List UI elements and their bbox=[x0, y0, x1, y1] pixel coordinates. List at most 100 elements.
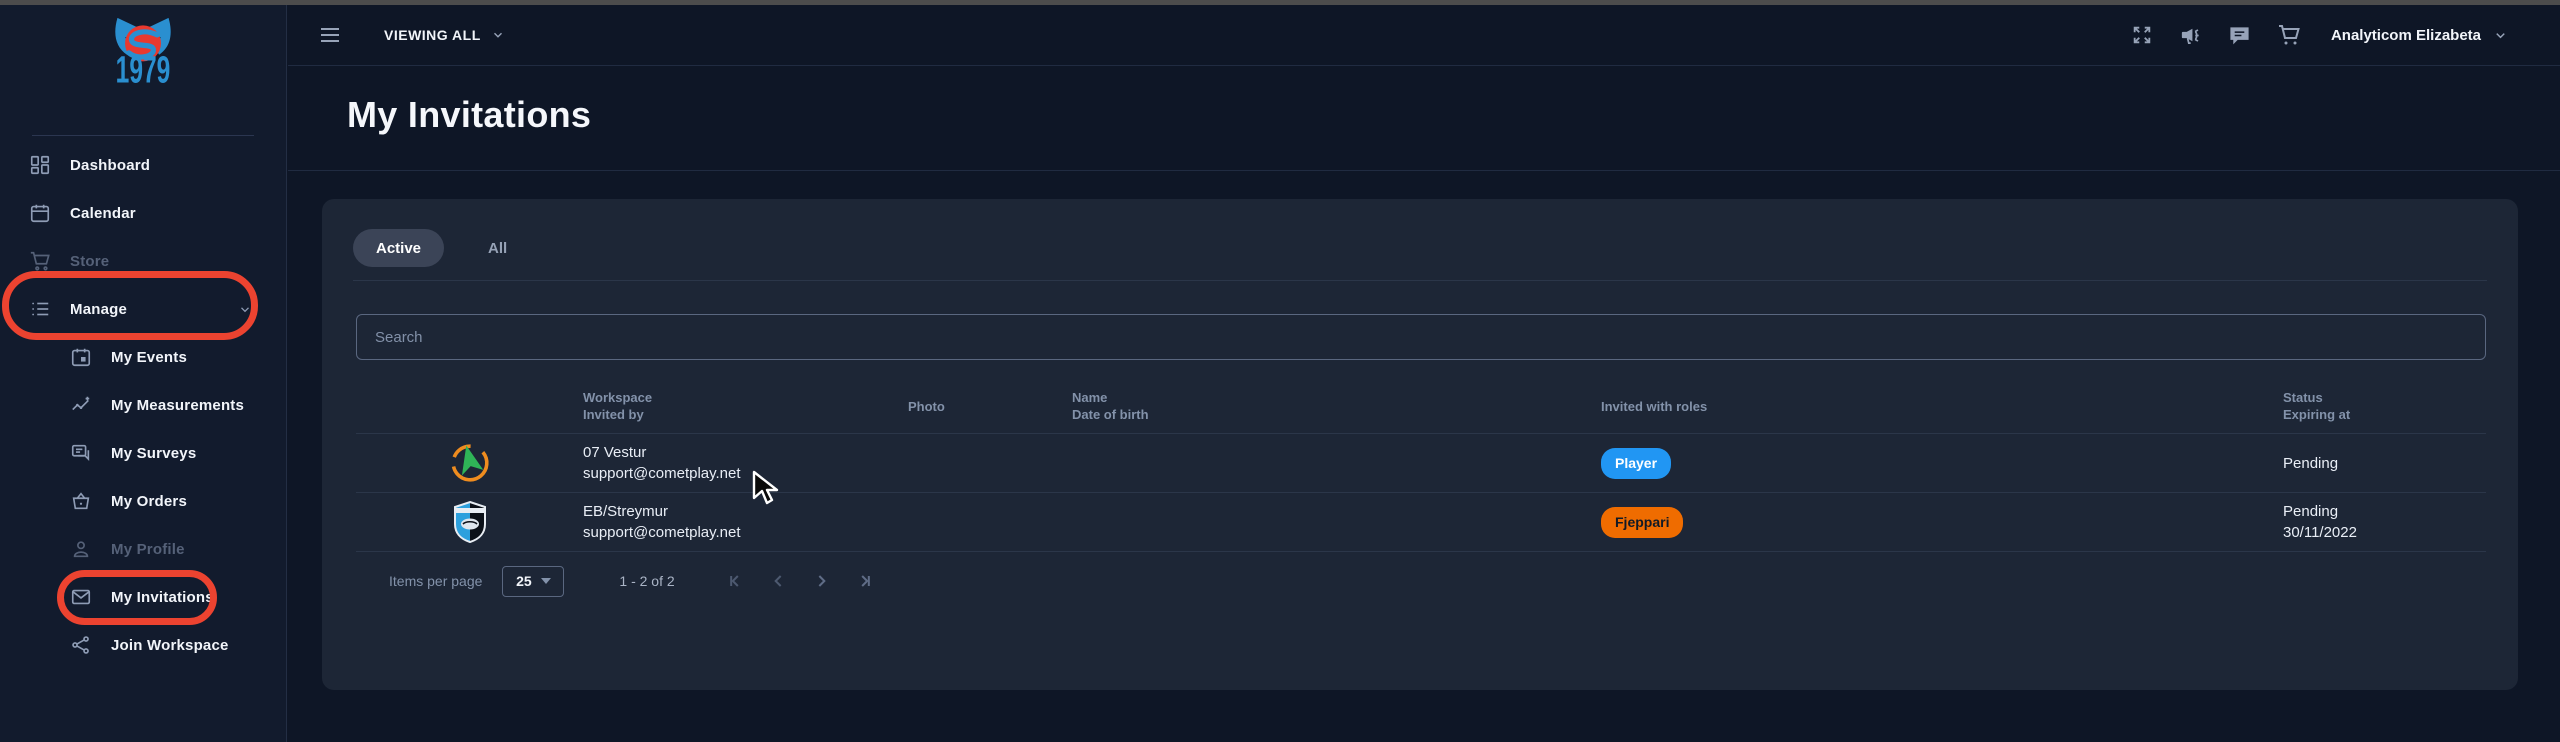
chevron-down-icon bbox=[2493, 28, 2508, 43]
table-row[interactable]: 07 Vestur support@cometplay.net Player P… bbox=[356, 433, 2486, 492]
basket-icon bbox=[70, 490, 92, 512]
cart-icon bbox=[29, 250, 51, 272]
sidebar-item-label: Manage bbox=[70, 301, 127, 318]
sidebar-item-my-events[interactable]: My Events bbox=[0, 333, 286, 381]
user-name: Analyticom Elizabeta bbox=[2331, 27, 2481, 44]
calendar-icon bbox=[29, 202, 51, 224]
topbar: VIEWING ALL bbox=[288, 5, 2560, 66]
prev-page-icon bbox=[769, 571, 789, 591]
messages-button[interactable] bbox=[2228, 24, 2251, 47]
status-cell: Pending bbox=[2283, 453, 2486, 474]
sidebar-divider bbox=[32, 135, 254, 136]
sidebar-item-label: My Measurements bbox=[111, 397, 244, 414]
user-menu[interactable]: Analyticom Elizabeta bbox=[2331, 27, 2508, 44]
sidebar-item-join-workspace[interactable]: Join Workspace bbox=[0, 621, 286, 669]
megaphone-icon bbox=[2179, 24, 2202, 47]
expiring-text: 30/11/2022 bbox=[2283, 522, 2486, 543]
sidebar-item-my-surveys[interactable]: My Surveys bbox=[0, 429, 286, 477]
share-icon bbox=[70, 634, 92, 656]
viewing-scope-dropdown[interactable]: VIEWING ALL bbox=[384, 27, 505, 43]
workspace-logo bbox=[356, 500, 583, 544]
table-row[interactable]: EB/Streymur support@cometplay.net Fjeppa… bbox=[356, 492, 2486, 551]
next-page-button[interactable] bbox=[811, 571, 831, 591]
invited-by-email: support@cometplay.net bbox=[583, 522, 908, 543]
header-roles: Invited with roles bbox=[1601, 398, 2283, 415]
page-size-select[interactable]: 25 bbox=[502, 566, 564, 597]
workspace-logo bbox=[356, 442, 583, 484]
workspace-cell: 07 Vestur support@cometplay.net bbox=[583, 442, 908, 484]
club-logo-eb-streymur bbox=[452, 500, 488, 544]
sidebar-item-label: My Surveys bbox=[111, 445, 196, 462]
workspace-name: EB/Streymur bbox=[583, 501, 908, 522]
paginator: Items per page 25 1 - 2 of 2 bbox=[356, 551, 2486, 611]
page-size-value: 25 bbox=[516, 573, 532, 589]
sidebar-item-label: Dashboard bbox=[70, 157, 150, 174]
first-page-button[interactable] bbox=[727, 571, 747, 591]
table-header-row: Workspace Invited by Photo Name Date of … bbox=[356, 385, 2486, 433]
sidebar-nav: Dashboard Calendar Store Manage bbox=[0, 141, 286, 669]
tab-all[interactable]: All bbox=[488, 240, 507, 257]
tabs-divider bbox=[353, 280, 2487, 281]
page-range-label: 1 - 2 of 2 bbox=[619, 573, 674, 589]
prev-page-button[interactable] bbox=[769, 571, 789, 591]
sidebar-item-calendar[interactable]: Calendar bbox=[0, 189, 286, 237]
chat-icon bbox=[2228, 24, 2251, 47]
header-photo: Photo bbox=[908, 398, 1072, 415]
invited-by-email: support@cometplay.net bbox=[583, 463, 908, 484]
sidebar-item-label: Calendar bbox=[70, 205, 136, 222]
workspace-name: 07 Vestur bbox=[583, 442, 908, 463]
workspace-cell: EB/Streymur support@cometplay.net bbox=[583, 501, 908, 543]
sidebar-item-my-orders[interactable]: My Orders bbox=[0, 477, 286, 525]
sidebar-item-label: My Orders bbox=[111, 493, 187, 510]
roles-cell: Player bbox=[1601, 448, 2283, 479]
role-badge: Fjeppari bbox=[1601, 507, 1683, 538]
sidebar-item-my-measurements[interactable]: My Measurements bbox=[0, 381, 286, 429]
fsf-crest-logo: 1979 bbox=[91, 15, 195, 119]
status-text: Pending bbox=[2283, 501, 2486, 522]
measurements-icon bbox=[70, 394, 92, 416]
sidebar-item-label: Store bbox=[70, 253, 109, 270]
sidebar-item-manage[interactable]: Manage bbox=[0, 285, 286, 333]
fullscreen-button[interactable] bbox=[2131, 24, 2153, 46]
logo-year-text: 1979 bbox=[116, 48, 171, 91]
page-title: My Invitations bbox=[347, 94, 2560, 136]
announcements-button[interactable] bbox=[2179, 24, 2202, 47]
page-header: My Invitations bbox=[288, 66, 2560, 171]
sidebar-item-label: My Profile bbox=[111, 541, 185, 558]
chevron-down-icon bbox=[238, 302, 252, 316]
hamburger-menu-icon[interactable] bbox=[318, 23, 342, 47]
invitations-card: Active All Workspace Invited by Photo Na… bbox=[322, 199, 2518, 690]
event-icon bbox=[70, 346, 92, 368]
surveys-icon bbox=[70, 442, 92, 464]
first-page-icon bbox=[727, 571, 747, 591]
cart-button[interactable] bbox=[2277, 23, 2301, 47]
sidebar-item-label: Join Workspace bbox=[111, 637, 229, 654]
sidebar: 1979 Dashboard Calendar Store bbox=[0, 5, 287, 742]
status-text: Pending bbox=[2283, 453, 2486, 474]
items-per-page-label: Items per page bbox=[389, 573, 482, 589]
invitations-table: Workspace Invited by Photo Name Date of … bbox=[356, 385, 2486, 552]
roles-cell: Fjeppari bbox=[1601, 507, 2283, 538]
sidebar-item-label: My Invitations bbox=[111, 589, 214, 606]
header-name: Name Date of birth bbox=[1072, 389, 1601, 423]
header-workspace: Workspace Invited by bbox=[583, 389, 908, 423]
role-badge: Player bbox=[1601, 448, 1671, 479]
header-status: Status Expiring at bbox=[2283, 389, 2486, 423]
sidebar-item-my-profile: My Profile bbox=[0, 525, 286, 573]
sidebar-item-store: Store bbox=[0, 237, 286, 285]
sidebar-item-label: My Events bbox=[111, 349, 187, 366]
chevron-down-icon bbox=[541, 578, 551, 584]
search-input[interactable] bbox=[356, 314, 2486, 360]
status-cell: Pending 30/11/2022 bbox=[2283, 501, 2486, 543]
last-page-button[interactable] bbox=[853, 571, 873, 591]
pager-nav bbox=[727, 571, 873, 591]
chevron-down-icon bbox=[491, 28, 505, 42]
sidebar-item-dashboard[interactable]: Dashboard bbox=[0, 141, 286, 189]
tab-active[interactable]: Active bbox=[353, 229, 444, 267]
person-icon bbox=[70, 538, 92, 560]
topbar-actions: Analyticom Elizabeta bbox=[2131, 23, 2560, 47]
org-logo: 1979 bbox=[0, 15, 286, 119]
fullscreen-icon bbox=[2131, 24, 2153, 46]
list-icon bbox=[29, 298, 51, 320]
sidebar-item-my-invitations[interactable]: My Invitations bbox=[0, 573, 286, 621]
